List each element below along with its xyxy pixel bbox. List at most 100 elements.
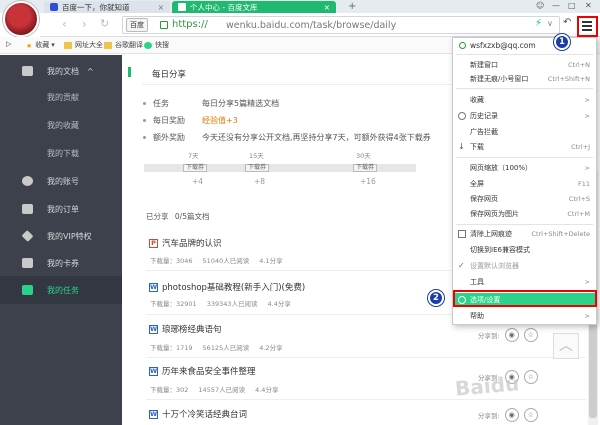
- shared-count: 已分享 0/5篇文档: [146, 212, 210, 221]
- menu-user-account[interactable]: wsfxzxb@qq.com: [453, 39, 536, 52]
- clock-icon: [458, 112, 466, 120]
- reload-button[interactable]: ↻: [100, 17, 109, 30]
- doc-title-link[interactable]: W photoshop基础教程(新手入门)(免费): [149, 281, 305, 293]
- menu-item-zoom[interactable]: 网页缩放（100%） >: [453, 161, 596, 175]
- bookmark-kuaisou[interactable]: 快搜: [144, 40, 169, 50]
- menu-item-save-page[interactable]: 保存网页 Ctrl+S: [453, 192, 596, 206]
- chevron-up-icon: ^: [87, 66, 94, 76]
- lightning-icon[interactable]: ⚡: [535, 18, 542, 29]
- wenku-icon: [178, 3, 186, 11]
- checkpoint-reward: 下载券: [245, 164, 270, 172]
- daily-reward-label: 每日奖励: [153, 116, 185, 125]
- close-tab-icon[interactable]: ×: [152, 3, 164, 12]
- lock-icon: [160, 21, 168, 29]
- sidebar-item-vip[interactable]: 我的VIP特权: [0, 222, 122, 250]
- sidebar-item-tasks[interactable]: 我的任务: [0, 276, 122, 304]
- menu-divider: [456, 224, 593, 225]
- minimize-button[interactable]: —: [552, 1, 560, 10]
- menu-item-tools[interactable]: 工具 >: [453, 275, 596, 289]
- bullet: [143, 102, 146, 105]
- diamond-icon: [21, 230, 34, 242]
- check-icon: ✓: [458, 261, 465, 270]
- url-scheme: https://: [172, 19, 208, 30]
- ppt-file-icon: P: [149, 238, 158, 248]
- star-icon[interactable]: ☆: [523, 370, 538, 384]
- bookmark-translate[interactable]: 谷歌翻译: [104, 40, 143, 50]
- checkpoint-plus: +4: [192, 177, 204, 186]
- doc-title-link[interactable]: W 琅琊榜经典语句: [149, 323, 222, 335]
- doc-title-link[interactable]: W 十万个冷笑话经典台词: [149, 408, 247, 420]
- menu-item-history[interactable]: 历史记录 >: [453, 109, 596, 123]
- search-engine-chip[interactable]: 百度: [126, 18, 148, 32]
- back-button[interactable]: ‹: [62, 17, 67, 31]
- download-icon: ↓: [458, 142, 465, 151]
- hamburger-icon[interactable]: [582, 21, 592, 32]
- doc-meta: 下载量：302 14557人已阅读 4.4分享: [150, 386, 279, 394]
- menu-item-ie6-mode[interactable]: 切换到IE6兼容模式: [453, 243, 596, 257]
- menu-item-help[interactable]: 帮助 >: [453, 309, 596, 323]
- menu-divider: [456, 157, 593, 158]
- menu-item-default-browser[interactable]: ✓ 设置默认浏览器: [453, 259, 596, 273]
- task-value: 每日分享5篇精选文档: [202, 99, 280, 108]
- title-accent: [128, 67, 131, 77]
- menu-item-favorites[interactable]: 收藏 >: [453, 93, 596, 107]
- word-file-icon: W: [149, 366, 158, 376]
- star-icon[interactable]: ☆: [523, 408, 538, 422]
- sidebar-item-my-docs[interactable]: 我的文档 ^: [0, 57, 122, 85]
- menu-item-new-window[interactable]: 新建窗口 Ctrl+N: [453, 58, 596, 72]
- document-icon: [22, 66, 33, 76]
- new-tab-button[interactable]: +: [348, 1, 356, 12]
- doc-meta: 下载量：3046 51040人已阅读 4.1分享: [150, 257, 283, 265]
- menu-item-fullscreen[interactable]: 全屏 F11: [453, 177, 596, 191]
- skin-icon[interactable]: ☺: [536, 1, 544, 10]
- sidebar-item-contributions[interactable]: 我的贡献: [0, 83, 122, 111]
- person-icon: [22, 176, 33, 186]
- bookmark-favorites[interactable]: ★ 收藏 ▾: [26, 40, 55, 50]
- sidebar-item-favorites[interactable]: 我的收藏: [0, 111, 122, 139]
- checkpoint-reward: 下载券: [183, 164, 208, 172]
- sidebar-item-coupons[interactable]: 我的卡券: [0, 249, 122, 277]
- star-icon[interactable]: ☆: [523, 328, 538, 342]
- menu-divider: [456, 88, 593, 89]
- word-file-icon: W: [149, 409, 158, 419]
- folder-icon: [104, 41, 112, 49]
- menu-item-downloads[interactable]: ↓ 下载 Ctrl+J: [453, 140, 596, 154]
- undo-icon[interactable]: ↶: [563, 17, 571, 28]
- task-icon: [22, 285, 33, 295]
- menu-item-clear-traces[interactable]: 清除上网痕迹 Ctrl+Shift+Delete: [453, 227, 596, 241]
- card-icon: [22, 258, 33, 268]
- divider: [146, 357, 586, 358]
- back-to-top-button[interactable]: ︿: [553, 333, 579, 359]
- sidebar-item-orders[interactable]: 我的订单: [0, 195, 122, 223]
- user-icon: [459, 42, 466, 49]
- weibo-icon[interactable]: ◉: [504, 328, 519, 342]
- doc-title-link[interactable]: P 汽车品牌的认识: [149, 237, 222, 249]
- weibo-icon[interactable]: ◉: [504, 408, 519, 422]
- forward-button[interactable]: ›: [82, 17, 87, 31]
- leaf-icon: [144, 41, 152, 49]
- sidebar-item-downloads[interactable]: 我的下载: [0, 139, 122, 167]
- close-tab-icon[interactable]: ×: [318, 3, 330, 12]
- extra-reward-label: 额外奖励: [153, 133, 185, 142]
- page-title: 每日分享: [152, 70, 187, 80]
- step-badge-1: 1: [554, 34, 570, 50]
- expand-sidebar-icon[interactable]: ▷: [6, 40, 11, 48]
- doc-title-link[interactable]: W 历年来食品安全事件整理: [149, 365, 256, 377]
- bullet: [143, 119, 146, 122]
- menu-item-incognito[interactable]: 新建无痕/小号窗口 Ctrl+Shift+N: [453, 72, 596, 86]
- browser-logo[interactable]: [3, 1, 39, 37]
- tab-wenku[interactable]: 个人中心 - 百度文库 ×: [172, 1, 336, 13]
- sidebar-item-account[interactable]: 我的账号: [0, 167, 122, 195]
- bookmark-nav[interactable]: 网址大全: [64, 40, 103, 50]
- chevron-down-icon[interactable]: ∨: [547, 19, 553, 28]
- menu-item-save-image[interactable]: 保存网页为图片 Ctrl+M: [453, 207, 596, 221]
- close-window-button[interactable]: ✕: [585, 1, 592, 10]
- share-bar: 分享到: ◉ ☆: [478, 328, 538, 342]
- checkpoint-plus: +8: [254, 177, 266, 186]
- checkpoint-reward: 下载券: [353, 164, 378, 172]
- daily-reward-value: 经验值+3: [202, 116, 238, 125]
- maximize-button[interactable]: □: [568, 1, 576, 10]
- cart-icon: [22, 204, 33, 214]
- tab-baidu[interactable]: 百度一下，你就知道 ×: [44, 1, 170, 13]
- menu-item-adblock[interactable]: 广告拦截: [453, 125, 596, 139]
